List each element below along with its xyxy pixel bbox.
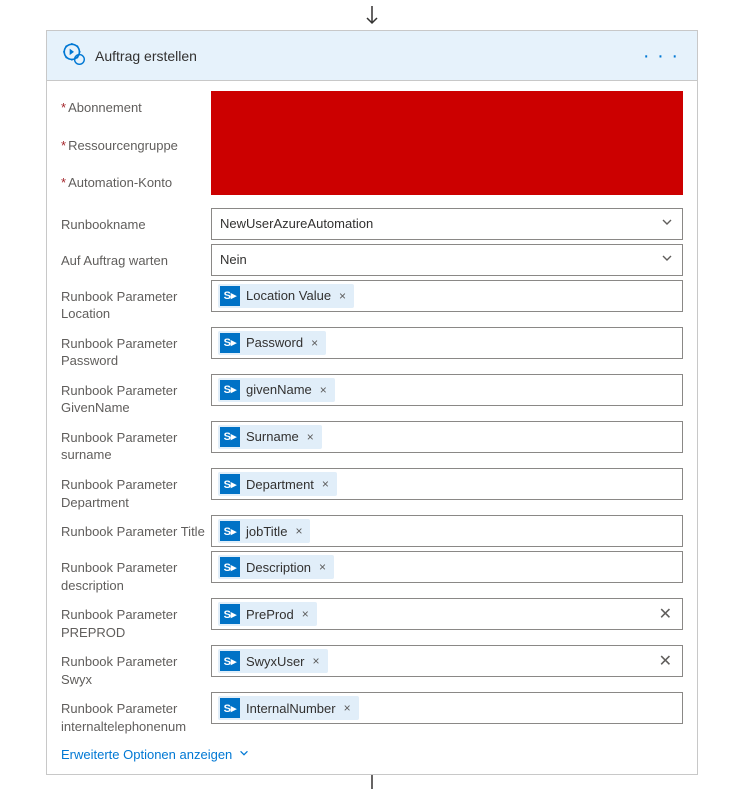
param-swyx-input[interactable]: S▸ SwyxUser × ✕ xyxy=(211,645,683,677)
token-internaltel[interactable]: S▸ InternalNumber × xyxy=(218,696,359,720)
token-remove-icon[interactable]: × xyxy=(320,477,331,491)
token-label: InternalNumber xyxy=(246,701,336,716)
card-title: Auftrag erstellen xyxy=(95,48,639,64)
token-label: Surname xyxy=(246,429,299,444)
token-label: Password xyxy=(246,335,303,350)
label-param-swyx: Runbook Parameter Swyx xyxy=(61,645,211,688)
redacted-values-block xyxy=(211,91,683,195)
token-remove-icon[interactable]: × xyxy=(318,383,329,397)
token-label: SwyxUser xyxy=(246,654,305,669)
param-description-input[interactable]: S▸ Description × xyxy=(211,551,683,583)
param-department-input[interactable]: S▸ Department × xyxy=(211,468,683,500)
runbook-name-value: NewUserAzureAutomation xyxy=(220,216,660,231)
label-param-surname: Runbook Parameter surname xyxy=(61,421,211,464)
token-givenname[interactable]: S▸ givenName × xyxy=(218,378,335,402)
label-param-password: Runbook Parameter Password xyxy=(61,327,211,370)
token-remove-icon[interactable]: × xyxy=(317,560,328,574)
sharepoint-icon: S▸ xyxy=(220,427,240,447)
label-param-preprod: Runbook Parameter PREPROD xyxy=(61,598,211,641)
param-givenname-input[interactable]: S▸ givenName × xyxy=(211,374,683,406)
token-preprod[interactable]: S▸ PreProd × xyxy=(218,602,317,626)
param-internaltel-input[interactable]: S▸ InternalNumber × xyxy=(211,692,683,724)
param-surname-input[interactable]: S▸ Surname × xyxy=(211,421,683,453)
token-password[interactable]: S▸ Password × xyxy=(218,331,326,355)
sharepoint-icon: S▸ xyxy=(220,380,240,400)
advanced-options-label: Erweiterte Optionen anzeigen xyxy=(61,747,232,762)
param-location-input[interactable]: S▸ Location Value × xyxy=(211,280,683,312)
sharepoint-icon: S▸ xyxy=(220,474,240,494)
token-label: Department xyxy=(246,477,314,492)
token-department[interactable]: S▸ Department × xyxy=(218,472,337,496)
token-label: Location Value xyxy=(246,288,331,303)
wait-for-job-dropdown[interactable]: Nein xyxy=(211,244,683,276)
sharepoint-icon: S▸ xyxy=(220,651,240,671)
sharepoint-icon: S▸ xyxy=(220,333,240,353)
param-preprod-input[interactable]: S▸ PreProd × ✕ xyxy=(211,598,683,630)
label-param-internaltel: Runbook Parameter internaltelephonenum xyxy=(61,692,211,735)
card-header: Auftrag erstellen · · · xyxy=(47,31,697,81)
chevron-down-icon xyxy=(660,215,674,232)
label-resource-group: Ressourcengruppe xyxy=(61,129,211,167)
token-remove-icon[interactable]: × xyxy=(293,524,304,538)
flow-arrow-in xyxy=(0,0,744,30)
sharepoint-icon: S▸ xyxy=(220,557,240,577)
token-location[interactable]: S▸ Location Value × xyxy=(218,284,354,308)
sharepoint-icon: S▸ xyxy=(220,604,240,624)
sharepoint-icon: S▸ xyxy=(220,698,240,718)
token-label: PreProd xyxy=(246,607,294,622)
param-password-input[interactable]: S▸ Password × xyxy=(211,327,683,359)
token-label: jobTitle xyxy=(246,524,287,539)
token-swyx[interactable]: S▸ SwyxUser × xyxy=(218,649,328,673)
token-title[interactable]: S▸ jobTitle × xyxy=(218,519,310,543)
token-remove-icon[interactable]: × xyxy=(309,336,320,350)
flow-arrow-out xyxy=(0,775,744,789)
label-runbook-name: Runbookname xyxy=(61,208,211,234)
card-more-menu[interactable]: · · · xyxy=(639,46,683,66)
label-automation-account: Automation-Konto xyxy=(61,166,211,204)
param-title-input[interactable]: S▸ jobTitle × xyxy=(211,515,683,547)
advanced-options-toggle[interactable]: Erweiterte Optionen anzeigen xyxy=(61,747,250,762)
label-param-location: Runbook Parameter Location xyxy=(61,280,211,323)
label-param-title: Runbook Parameter Title xyxy=(61,515,211,541)
sharepoint-icon: S▸ xyxy=(220,521,240,541)
label-param-department: Runbook Parameter Department xyxy=(61,468,211,511)
token-surname[interactable]: S▸ Surname × xyxy=(218,425,322,449)
token-label: Description xyxy=(246,560,311,575)
wait-for-job-value: Nein xyxy=(220,252,660,267)
chevron-down-icon xyxy=(238,747,250,762)
automation-gear-icon xyxy=(61,41,87,70)
label-param-givenname: Runbook Parameter GivenName xyxy=(61,374,211,417)
token-remove-icon[interactable]: × xyxy=(342,701,353,715)
token-remove-icon[interactable]: × xyxy=(305,430,316,444)
token-remove-icon[interactable]: × xyxy=(337,289,348,303)
label-subscription: Abonnement xyxy=(61,91,211,129)
clear-input-icon[interactable]: ✕ xyxy=(655,604,676,624)
action-card: Auftrag erstellen · · · Abonnement Resso… xyxy=(46,30,698,775)
chevron-down-icon xyxy=(660,251,674,268)
token-remove-icon[interactable]: × xyxy=(300,607,311,621)
clear-input-icon[interactable]: ✕ xyxy=(655,651,676,671)
label-wait-for-job: Auf Auftrag warten xyxy=(61,244,211,270)
token-description[interactable]: S▸ Description × xyxy=(218,555,334,579)
runbook-name-dropdown[interactable]: NewUserAzureAutomation xyxy=(211,208,683,240)
card-body: Abonnement Ressourcengruppe Automation-K… xyxy=(47,81,697,774)
label-param-description: Runbook Parameter description xyxy=(61,551,211,594)
token-remove-icon[interactable]: × xyxy=(311,654,322,668)
token-label: givenName xyxy=(246,382,312,397)
sharepoint-icon: S▸ xyxy=(220,286,240,306)
